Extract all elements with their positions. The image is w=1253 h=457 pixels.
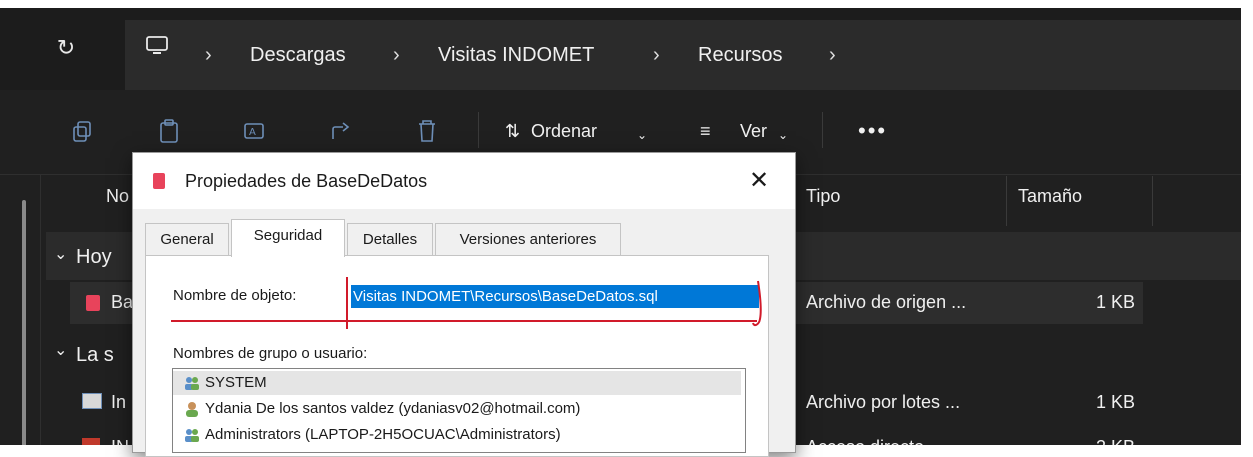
delete-icon[interactable] (414, 118, 440, 144)
group-label-today: Hoy (76, 246, 112, 268)
single-user-icon (186, 402, 198, 417)
file-type: Archivo de origen ... (806, 292, 967, 312)
chevron-right-icon: › (829, 44, 836, 66)
view-button[interactable]: Ver (740, 120, 767, 142)
column-divider[interactable] (1006, 176, 1007, 226)
sql-file-icon (153, 173, 165, 189)
chevron-down-icon[interactable]: ⌄ (54, 340, 67, 360)
file-size: 1 KB (1096, 292, 1136, 312)
svg-text:A: A (249, 127, 256, 138)
list-item[interactable]: Administrators (LAPTOP-2H5OCUAC\Administ… (173, 423, 741, 447)
column-header-type[interactable]: Tipo (806, 186, 840, 207)
group-users-icon (185, 429, 199, 442)
tab-previous-versions[interactable]: Versiones anteriores (435, 223, 621, 256)
share-icon[interactable] (328, 118, 354, 144)
chevron-right-icon: › (653, 44, 660, 66)
refresh-icon[interactable]: ↻ (52, 34, 80, 62)
breadcrumb[interactable]: › Descargas › Visitas INDOMET › Recursos… (125, 20, 1241, 92)
chevron-right-icon: › (393, 44, 400, 66)
annotation-mark (346, 277, 348, 329)
scrollbar[interactable] (22, 200, 26, 450)
breadcrumb-item-visitas-indomet[interactable]: Visitas INDOMET (438, 42, 594, 68)
file-name[interactable]: In (111, 392, 126, 413)
list-item[interactable]: SYSTEM (173, 371, 741, 395)
chevron-down-icon[interactable]: ⌄ (54, 244, 67, 264)
file-name[interactable]: Ba (111, 292, 133, 313)
paste-icon[interactable] (156, 118, 182, 144)
annotation-curl (752, 280, 762, 327)
column-header-name[interactable]: No (106, 186, 129, 207)
user-name: Ydania De los santos valdez (ydaniasv02@… (205, 400, 581, 417)
divider (478, 112, 479, 148)
navigation-pane-divider (40, 174, 41, 451)
sql-file-icon (86, 295, 100, 311)
column-header-size[interactable]: Tamaño (1018, 186, 1082, 207)
sort-icon[interactable]: ⇅ (505, 120, 520, 142)
copy-icon[interactable] (70, 118, 96, 144)
chevron-down-icon: ⌄ (637, 128, 648, 142)
dialog-title: Propiedades de BaseDeDatos (185, 171, 428, 191)
annotation-underline (171, 320, 757, 322)
object-name-label: Nombre de objeto: (173, 287, 297, 304)
right-edge (1241, 0, 1253, 451)
view-icon[interactable]: ≡ (700, 120, 711, 142)
more-options-button[interactable]: ••• (858, 118, 887, 144)
address-bar-area: ↻ › Descargas › Visitas INDOMET › Recurs… (0, 8, 1241, 92)
column-divider[interactable] (1152, 176, 1153, 226)
object-name-value[interactable]: Visitas INDOMET\Recursos\BaseDeDatos.sql (351, 285, 759, 308)
breadcrumb-item-recursos[interactable]: Recursos (698, 42, 782, 68)
file-size: 1 KB (1096, 392, 1136, 412)
batch-file-icon (82, 393, 102, 409)
tab-security[interactable]: Seguridad (231, 219, 345, 257)
list-item[interactable]: Ydania De los santos valdez (ydaniasv02@… (173, 397, 741, 421)
chevron-down-icon: ⌄ (778, 128, 789, 142)
user-name: Administrators (LAPTOP-2H5OCUAC\Administ… (205, 426, 561, 443)
group-user-names-label: Nombres de grupo o usuario: (173, 345, 368, 362)
close-button[interactable]: ✕ (739, 163, 779, 199)
divider (822, 112, 823, 148)
breadcrumb-item-descargas[interactable]: Descargas (250, 42, 346, 68)
group-users-icon (185, 377, 199, 390)
rename-icon[interactable]: A (242, 118, 268, 144)
tab-general[interactable]: General (145, 223, 229, 256)
dialog-title-bar[interactable]: Propiedades de BaseDeDatos ✕ (133, 153, 795, 209)
chevron-right-icon: › (205, 44, 212, 66)
user-list[interactable]: SYSTEM Ydania De los santos valdez (ydan… (172, 368, 746, 453)
user-name: SYSTEM (205, 374, 267, 391)
file-type: Archivo por lotes ... (806, 392, 961, 412)
group-label-earlier: La s (76, 344, 114, 366)
sort-button[interactable]: Ordenar (531, 120, 597, 142)
tab-details[interactable]: Detalles (347, 223, 433, 256)
computer-icon[interactable] (145, 36, 169, 56)
top-edge (0, 0, 1253, 8)
